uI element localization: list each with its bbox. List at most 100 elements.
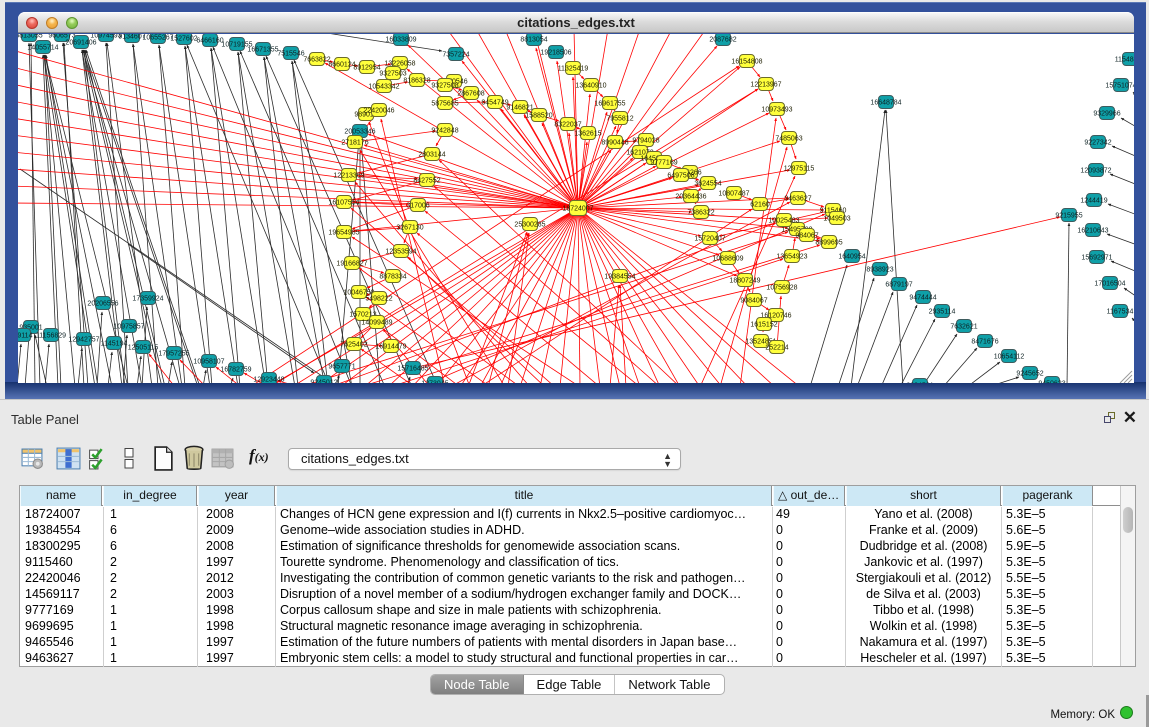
svg-text:15751074: 15751074 (1105, 83, 1134, 90)
svg-text:7357224: 7357224 (442, 52, 469, 59)
svg-text:5498222: 5498222 (365, 296, 392, 303)
svg-text:20691406: 20691406 (65, 40, 96, 47)
svg-text:1049503: 1049503 (823, 216, 850, 223)
svg-text:9450623: 9450623 (1038, 381, 1065, 384)
svg-text:9794028: 9794028 (632, 138, 659, 145)
svg-text:1145194: 1145194 (101, 341, 128, 348)
svg-text:62160: 62160 (750, 202, 770, 209)
svg-text:9777169: 9777169 (650, 160, 677, 167)
svg-text:20053346: 20053346 (344, 129, 375, 136)
svg-text:7625402: 7625402 (340, 342, 367, 349)
svg-text:12353594: 12353594 (385, 249, 416, 256)
svg-text:16033809: 16033809 (385, 37, 416, 44)
svg-text:10543342: 10543342 (368, 84, 399, 91)
svg-text:15716485: 15716485 (397, 366, 428, 373)
svg-text:16961755: 16961755 (594, 101, 625, 108)
svg-text:19166827: 19166827 (336, 261, 367, 268)
svg-text:7632621: 7632621 (950, 324, 977, 331)
svg-text:5875685: 5875685 (431, 101, 458, 108)
svg-text:15720407: 15720407 (694, 236, 725, 243)
svg-text:11325419: 11325419 (558, 66, 589, 73)
svg-text:8660124: 8660124 (328, 62, 355, 69)
svg-text:9463627: 9463627 (784, 196, 811, 203)
svg-text:1273045: 1273045 (421, 381, 448, 384)
svg-text:19218506: 19218506 (540, 50, 571, 57)
svg-text:18807249: 18807249 (729, 278, 760, 285)
svg-text:9227342: 9227342 (1084, 140, 1111, 147)
svg-text:12213369: 12213369 (333, 173, 364, 180)
svg-text:6497508: 6497508 (667, 173, 694, 180)
svg-text:10973493: 10973493 (761, 107, 792, 114)
svg-text:1362615: 1362615 (574, 131, 601, 138)
svg-text:16648784: 16648784 (870, 100, 901, 107)
svg-text:16782759: 16782759 (220, 367, 251, 374)
svg-text:7485063: 7485063 (775, 136, 802, 143)
svg-text:17957255: 17957255 (158, 351, 189, 358)
svg-text:13640910: 13640910 (575, 83, 606, 90)
svg-text:11548408: 11548408 (1115, 57, 1134, 64)
svg-text:3267130: 3267130 (396, 225, 423, 232)
svg-text:1167534: 1167534 (1107, 309, 1134, 316)
svg-text:1615152: 1615152 (750, 322, 777, 329)
svg-text:317006: 317006 (406, 203, 429, 210)
svg-text:7663822: 7663822 (303, 57, 330, 64)
svg-text:8813055: 8813055 (18, 34, 43, 40)
svg-text:10807487: 10807487 (718, 191, 749, 198)
svg-text:14055714: 14055714 (27, 45, 58, 52)
svg-text:9474444: 9474444 (909, 295, 936, 302)
svg-text:2803144: 2803144 (418, 152, 445, 159)
svg-text:16914479: 16914479 (375, 344, 406, 351)
svg-text:10025483: 10025483 (768, 218, 799, 225)
svg-text:9242848: 9242848 (431, 128, 458, 135)
svg-text:11156829: 11156829 (36, 333, 66, 340)
svg-text:12942757: 12942757 (68, 337, 99, 344)
svg-text:8990448: 8990448 (601, 140, 628, 147)
svg-text:12505115: 12505115 (128, 345, 159, 352)
svg-text:10655267: 10655267 (142, 35, 173, 42)
svg-text:16154808: 16154808 (731, 59, 762, 66)
svg-text:16210643: 16210643 (1077, 228, 1108, 235)
svg-text:9327508: 9327508 (431, 83, 458, 90)
svg-text:22420046: 22420046 (363, 108, 394, 115)
svg-text:20206556: 20206556 (87, 301, 118, 308)
svg-text:3624554: 3624554 (694, 181, 721, 188)
svg-text:9146821: 9146821 (506, 105, 533, 112)
svg-text:15692971: 15692971 (1081, 255, 1112, 262)
svg-text:10654112: 10654112 (994, 354, 1025, 361)
svg-text:9245652: 9245652 (1016, 371, 1043, 378)
svg-text:6879197: 6879197 (885, 282, 912, 289)
svg-text:10974593: 10974593 (90, 34, 121, 40)
svg-text:984067: 984067 (795, 233, 818, 240)
svg-text:2718176: 2718176 (341, 140, 368, 147)
svg-text:10975857: 10975857 (113, 324, 144, 331)
svg-text:9329966: 9329966 (1093, 111, 1120, 118)
svg-text:8912954: 8912954 (353, 65, 380, 72)
svg-text:2087682: 2087682 (709, 37, 736, 44)
svg-text:1244419: 1244419 (1080, 198, 1107, 205)
svg-text:8454749: 8454749 (481, 100, 508, 107)
svg-text:12213967: 12213967 (750, 82, 781, 89)
svg-text:8813054: 8813054 (520, 37, 547, 44)
svg-text:8804521: 8804521 (906, 383, 933, 384)
svg-text:12093872: 12093872 (1080, 168, 1111, 175)
svg-text:12923448: 12923448 (253, 377, 284, 384)
svg-text:7955812: 7955812 (606, 116, 633, 123)
svg-text:2867608: 2867608 (457, 91, 484, 98)
svg-text:7386322: 7386322 (687, 210, 714, 217)
svg-text:10958107: 10958107 (193, 359, 224, 366)
svg-text:6466160: 6466160 (196, 38, 223, 45)
svg-text:9657771: 9657771 (328, 364, 355, 371)
svg-text:10688609: 10688609 (712, 256, 743, 263)
svg-text:1640954: 1640954 (838, 254, 865, 261)
svg-text:9327503: 9327503 (379, 71, 406, 78)
svg-text:25300285: 25300285 (514, 222, 545, 229)
svg-text:8471676: 8471676 (971, 339, 998, 346)
svg-text:9245012: 9245012 (310, 380, 337, 384)
svg-text:19384554: 19384554 (604, 274, 635, 281)
svg-text:9084067: 9084067 (740, 298, 767, 305)
svg-text:17359924: 17359924 (132, 296, 163, 303)
svg-text:16671355: 16671355 (247, 47, 278, 54)
svg-text:20364436: 20364436 (675, 194, 706, 201)
svg-text:10756928: 10756928 (766, 285, 797, 292)
svg-text:18724007: 18724007 (562, 206, 593, 213)
